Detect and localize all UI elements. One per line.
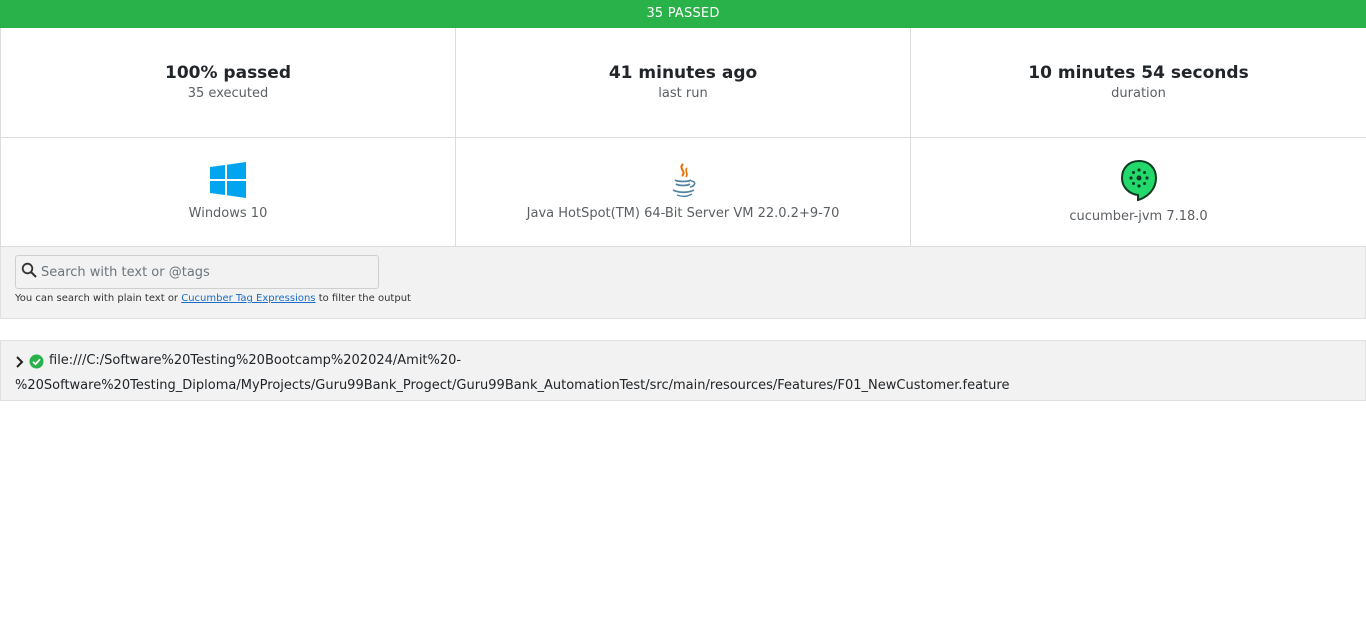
windows-icon <box>1 160 455 200</box>
search-help-prefix: You can search with plain text or <box>15 293 179 304</box>
env-label: Windows 10 <box>188 206 268 221</box>
metric-value: 41 minutes ago <box>608 63 758 83</box>
status-bar: 35 PASSED <box>0 0 1366 28</box>
metrics-row: 100% passed 35 executed 41 minutes ago l… <box>0 28 1366 138</box>
env-label: Java HotSpot(TM) 64-Bit Server VM 22.0.2… <box>526 206 840 221</box>
metric-duration: 10 minutes 54 seconds duration <box>911 28 1366 138</box>
search-help-text: You can search with plain text or Cucumb… <box>15 293 1351 304</box>
env-cucumber: cucumber-jvm 7.18.0 <box>911 138 1366 247</box>
status-summary: 35 PASSED <box>646 6 720 21</box>
metric-label: duration <box>1111 86 1166 101</box>
search-help-suffix: to filter the output <box>318 293 411 304</box>
java-icon <box>456 160 910 200</box>
cucumber-icon <box>911 159 1366 201</box>
metric-last-run: 41 minutes ago last run <box>456 28 911 138</box>
tag-expressions-link[interactable]: Cucumber Tag Expressions <box>181 293 315 304</box>
environment-row: Windows 10 Java HotSpot(TM) 64-Bit Serve… <box>0 138 1366 247</box>
search-input[interactable] <box>39 263 369 281</box>
search-box[interactable] <box>15 255 379 289</box>
metric-value: 10 minutes 54 seconds <box>1028 63 1249 83</box>
metric-label: last run <box>658 86 708 101</box>
env-runtime: Java HotSpot(TM) 64-Bit Server VM 22.0.2… <box>456 138 911 247</box>
passed-check-icon <box>29 351 49 376</box>
feature-path-line2[interactable]: %20Software%20Testing_Diploma/MyProjects… <box>15 376 1351 396</box>
chevron-right-icon[interactable] <box>15 351 29 375</box>
search-panel: You can search with plain text or Cucumb… <box>0 247 1366 319</box>
metric-label: 35 executed <box>187 86 269 101</box>
feature-path-line1[interactable]: file:///C:/Software%20Testing%20Bootcamp… <box>49 351 461 371</box>
env-label: cucumber-jvm 7.18.0 <box>1069 209 1208 224</box>
feature-item[interactable]: file:///C:/Software%20Testing%20Bootcamp… <box>0 340 1366 401</box>
metric-value: 100% passed <box>164 63 291 83</box>
search-icon <box>21 262 37 282</box>
env-os: Windows 10 <box>1 138 456 247</box>
metric-passed: 100% passed 35 executed <box>1 28 456 138</box>
